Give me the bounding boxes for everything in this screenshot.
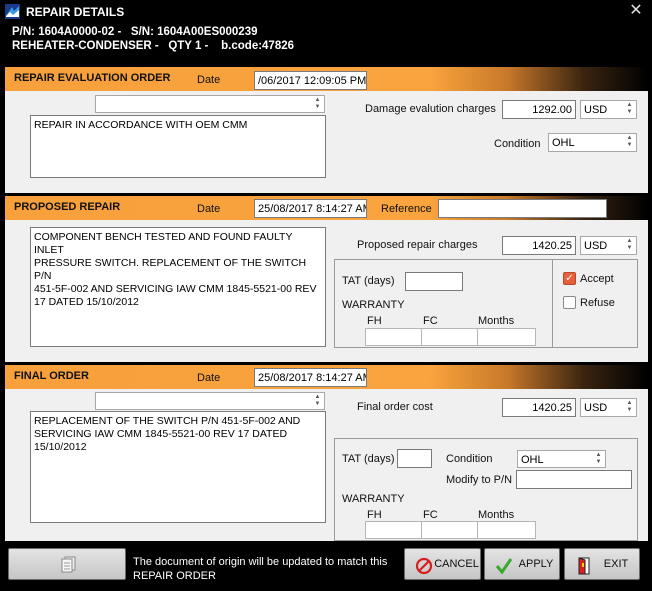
spin-arrows-icon[interactable]: ▲ ▼ <box>624 238 635 252</box>
part-info-line: P/N: 1604A0000-02 - S/N: 1604A00ES000239 <box>12 26 258 38</box>
currency-value: USD <box>584 240 608 252</box>
spin-arrows-icon[interactable]: ▲ ▼ <box>312 97 323 111</box>
accept-label[interactable]: Accept <box>580 273 614 285</box>
evaluation-date-field[interactable]: /06/2017 12:09:05 PM <box>254 71 367 90</box>
spin-arrows-icon[interactable]: ▲ ▼ <box>624 400 635 414</box>
final-date-field[interactable]: 25/08/2017 8:14:27 AM <box>254 368 367 387</box>
footer-message: The document of origin will be updated t… <box>133 556 388 582</box>
proposed-fh-label: FH <box>367 315 382 327</box>
final-condition-select[interactable]: OHL ▲ ▼ <box>517 450 606 468</box>
proposed-warranty-label: WARRANTY <box>342 299 405 311</box>
app-logo-icon <box>5 4 20 19</box>
currency-value: USD <box>584 104 608 116</box>
item-info-line: REHEATER-CONDENSER - QTY 1 - b.code:4782… <box>12 40 295 52</box>
close-icon[interactable]: ✕ <box>627 2 645 20</box>
exit-button[interactable]: EXIT <box>564 548 640 580</box>
final-fh-field[interactable] <box>365 521 422 539</box>
cancel-label: CANCEL <box>434 558 479 570</box>
proposed-currency-select[interactable]: USD ▲ ▼ <box>580 236 637 255</box>
refuse-checkbox[interactable] <box>563 296 576 309</box>
final-condition-label: Condition <box>446 453 493 465</box>
evaluation-selector[interactable]: ▲ ▼ <box>95 95 325 113</box>
proposed-fc-label: FC <box>423 315 438 327</box>
evaluation-currency-select[interactable]: USD ▲ ▼ <box>580 100 637 119</box>
final-warranty-label: WARRANTY <box>342 493 405 505</box>
damage-charges-field[interactable]: 1292.00 <box>502 100 576 119</box>
proposed-fh-field[interactable] <box>365 328 422 346</box>
exit-door-icon <box>578 557 590 575</box>
final-tat-label: TAT (days) <box>342 453 395 465</box>
proposed-date-field[interactable]: 25/08/2017 8:14:27 AM <box>254 199 367 218</box>
proposed-fc-field[interactable] <box>421 328 478 346</box>
final-date-label: Date <box>197 372 221 384</box>
proposed-tat-label: TAT (days) <box>342 275 395 287</box>
checkmark-icon <box>495 558 513 575</box>
final-months-field[interactable] <box>477 521 536 539</box>
window-title: REPAIR DETAILS <box>26 5 125 19</box>
proposed-text[interactable]: COMPONENT BENCH TESTED AND FOUND FAULTY … <box>30 227 326 347</box>
final-tat-field[interactable] <box>397 449 432 468</box>
final-cost-field[interactable]: 1420.25 <box>502 398 576 417</box>
evaluation-condition-select[interactable]: OHL ▲ ▼ <box>548 133 637 152</box>
condition-value: OHL <box>521 454 544 466</box>
final-text[interactable]: REPLACEMENT OF THE SWITCH P/N 451-5F-002… <box>30 411 326 523</box>
accept-checkbox[interactable]: ✓ <box>563 272 576 285</box>
document-stack-icon <box>61 556 76 573</box>
evaluation-title: REPAIR EVALUATION ORDER <box>14 72 171 84</box>
final-cost-label: Final order cost <box>357 401 433 413</box>
proposed-charges-label: Proposed repair charges <box>357 239 478 251</box>
evaluation-date-label: Date <box>197 74 221 86</box>
proposed-months-field[interactable] <box>477 328 536 346</box>
damage-charges-label: Damage evalution charges <box>365 103 496 115</box>
apply-label: APPLY <box>518 558 554 570</box>
modify-pn-label: Modify to P/N <box>446 474 513 486</box>
evaluation-text[interactable]: REPAIR IN ACCORDANCE WITH OEM CMM <box>30 115 326 178</box>
cancel-button[interactable]: CANCEL <box>404 548 481 580</box>
final-fc-label: FC <box>423 509 438 521</box>
final-fh-label: FH <box>367 509 382 521</box>
proposed-date-label: Date <box>197 203 221 215</box>
final-fc-field[interactable] <box>421 521 478 539</box>
currency-value: USD <box>584 402 608 414</box>
spin-arrows-icon[interactable]: ▲ ▼ <box>593 452 604 466</box>
proposed-tat-field[interactable] <box>405 272 463 291</box>
condition-label: Condition <box>494 138 541 150</box>
document-origin-button[interactable] <box>8 548 126 580</box>
final-selector[interactable]: ▲ ▼ <box>95 392 325 410</box>
spin-arrows-icon[interactable]: ▲ ▼ <box>624 135 635 149</box>
modify-pn-field[interactable] <box>516 470 632 489</box>
spin-arrows-icon[interactable]: ▲ ▼ <box>624 102 635 116</box>
proposed-months-label: Months <box>478 315 515 327</box>
final-months-label: Months <box>478 509 515 521</box>
apply-button[interactable]: APPLY <box>484 548 560 580</box>
proposed-title: PROPOSED REPAIR <box>14 201 121 213</box>
reference-field[interactable] <box>438 199 607 218</box>
reference-label: Reference <box>381 203 432 215</box>
proposed-charges-field[interactable]: 1420.25 <box>502 236 576 255</box>
cancel-icon <box>415 557 433 575</box>
final-title: FINAL ORDER <box>14 370 89 382</box>
spin-arrows-icon[interactable]: ▲ ▼ <box>312 394 323 408</box>
condition-value: OHL <box>552 137 575 149</box>
refuse-label[interactable]: Refuse <box>580 297 615 309</box>
final-currency-select[interactable]: USD ▲ ▼ <box>580 398 637 417</box>
exit-label: EXIT <box>603 558 629 570</box>
